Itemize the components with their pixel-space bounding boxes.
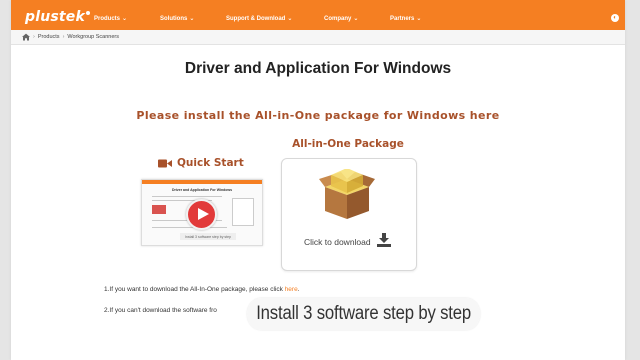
- instruction-line-2: 2.If you can't download the software fro: [104, 307, 217, 314]
- quick-start-label: Quick Start: [177, 157, 244, 169]
- breadcrumb-workgroup-scanners[interactable]: Workgroup Scanners: [67, 34, 119, 40]
- thumbnail-package-card: [232, 198, 254, 226]
- video-camera-icon: [158, 159, 172, 168]
- thumbnail-title: Driver and Application For Windows: [171, 188, 233, 192]
- video-caption-overlay: Install 3 software step by step: [247, 298, 481, 330]
- page-subtitle: Please install the All-in-One package fo…: [136, 109, 500, 122]
- top-navigation-bar: plustek Products ⌄ Solutions ⌄ Support & D…: [11, 0, 625, 30]
- nav-solutions-label: Solutions: [160, 16, 188, 22]
- nav-products[interactable]: Products ⌄: [94, 15, 127, 23]
- nav-support-download[interactable]: Support & Download ⌄: [226, 15, 292, 23]
- thumbnail-header-bar: [142, 180, 262, 184]
- nav-products-label: Products: [94, 16, 121, 22]
- play-icon[interactable]: [186, 199, 217, 230]
- quick-start-video-thumbnail[interactable]: Driver and Application For Windows Insta…: [141, 179, 263, 246]
- thumbnail-video-block: [152, 205, 166, 214]
- thumbnail-line: [152, 196, 222, 197]
- instruction-1-suffix: .: [297, 286, 300, 293]
- all-in-one-download-card[interactable]: Click to download: [281, 158, 417, 271]
- nav-company[interactable]: Company ⌄: [324, 15, 358, 23]
- instruction-1-text: 1.If you want to download the All-In-One…: [104, 286, 285, 293]
- all-in-one-heading: All-in-One Package: [292, 138, 404, 150]
- breadcrumb-separator: ›: [62, 34, 65, 40]
- home-icon[interactable]: [22, 33, 30, 41]
- quick-start-heading: Quick Start: [158, 157, 244, 169]
- thumbnail-line: [152, 227, 227, 228]
- chevron-down-icon: ⌄: [287, 16, 293, 22]
- thumbnail-caption: Install 3 software step by step: [180, 233, 236, 240]
- chevron-down-icon: ⌄: [416, 16, 422, 22]
- page-title: Driver and Application For Windows: [184, 60, 452, 77]
- chevron-down-icon: ⌄: [189, 16, 195, 22]
- download-icon: [377, 233, 391, 247]
- instruction-2-text: 2.If you can't download the software fro: [104, 307, 217, 314]
- instruction-line-1: 1.If you want to download the All-In-One…: [104, 286, 300, 293]
- nav-support-label: Support & Download: [226, 16, 286, 22]
- download-here-link[interactable]: here: [285, 286, 298, 293]
- chevron-down-icon: ⌄: [122, 16, 128, 22]
- globe-icon[interactable]: ◐: [611, 14, 619, 22]
- chevron-down-icon: ⌄: [353, 16, 359, 22]
- nav-company-label: Company: [324, 16, 352, 22]
- package-box-icon: [317, 168, 377, 221]
- breadcrumb-products[interactable]: Products: [38, 34, 60, 40]
- nav-solutions[interactable]: Solutions ⌄: [160, 15, 194, 23]
- click-to-download-label: Click to download: [304, 237, 371, 247]
- main-nav: Products ⌄ Solutions ⌄ Support & Download ⌄…: [11, 15, 625, 27]
- nav-partners-label: Partners: [390, 16, 415, 22]
- breadcrumb: › Products › Workgroup Scanners: [11, 30, 625, 45]
- nav-partners[interactable]: Partners ⌄: [390, 15, 421, 23]
- breadcrumb-separator: ›: [33, 34, 35, 40]
